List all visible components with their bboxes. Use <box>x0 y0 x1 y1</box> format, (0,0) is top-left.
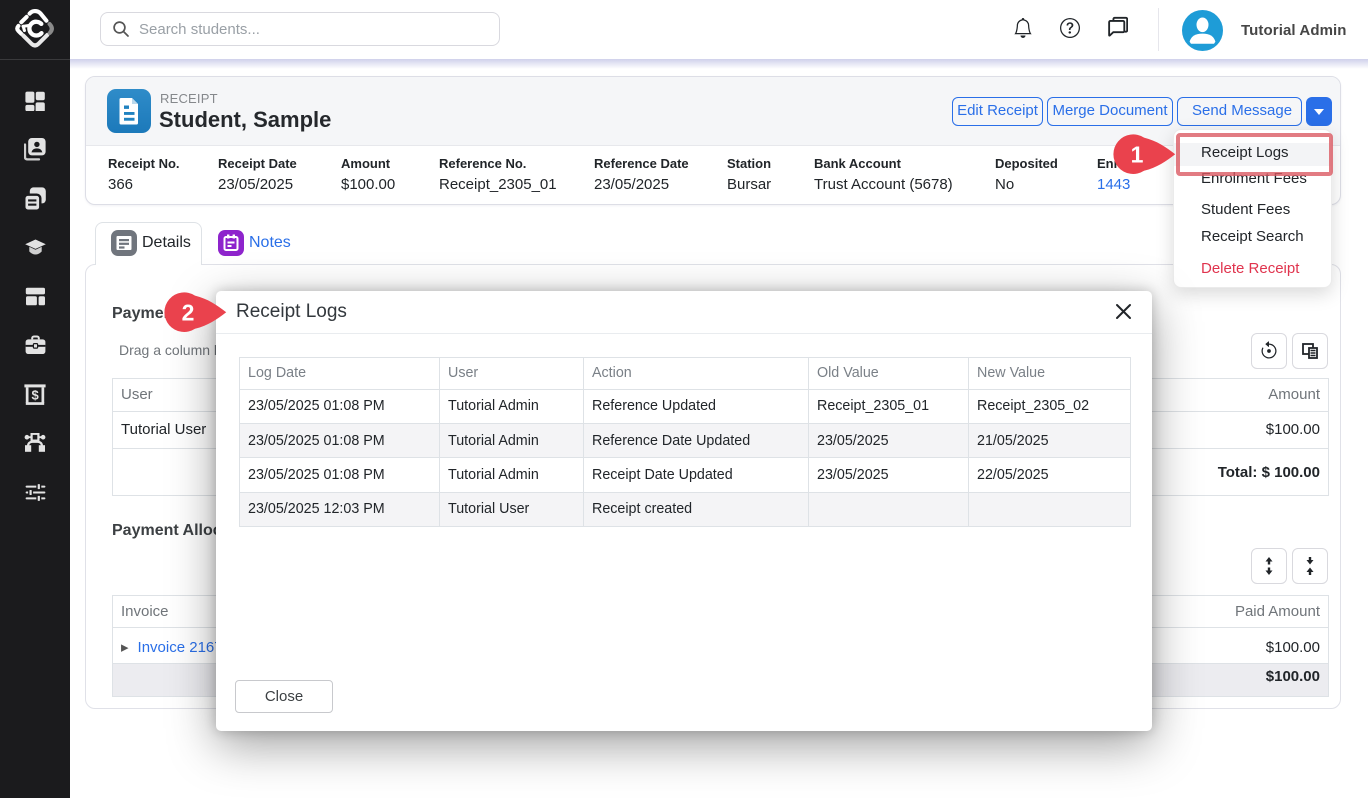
svg-text:1: 1 <box>1131 142 1144 168</box>
svg-text:$: $ <box>31 387 39 402</box>
svg-text:2: 2 <box>182 300 195 326</box>
